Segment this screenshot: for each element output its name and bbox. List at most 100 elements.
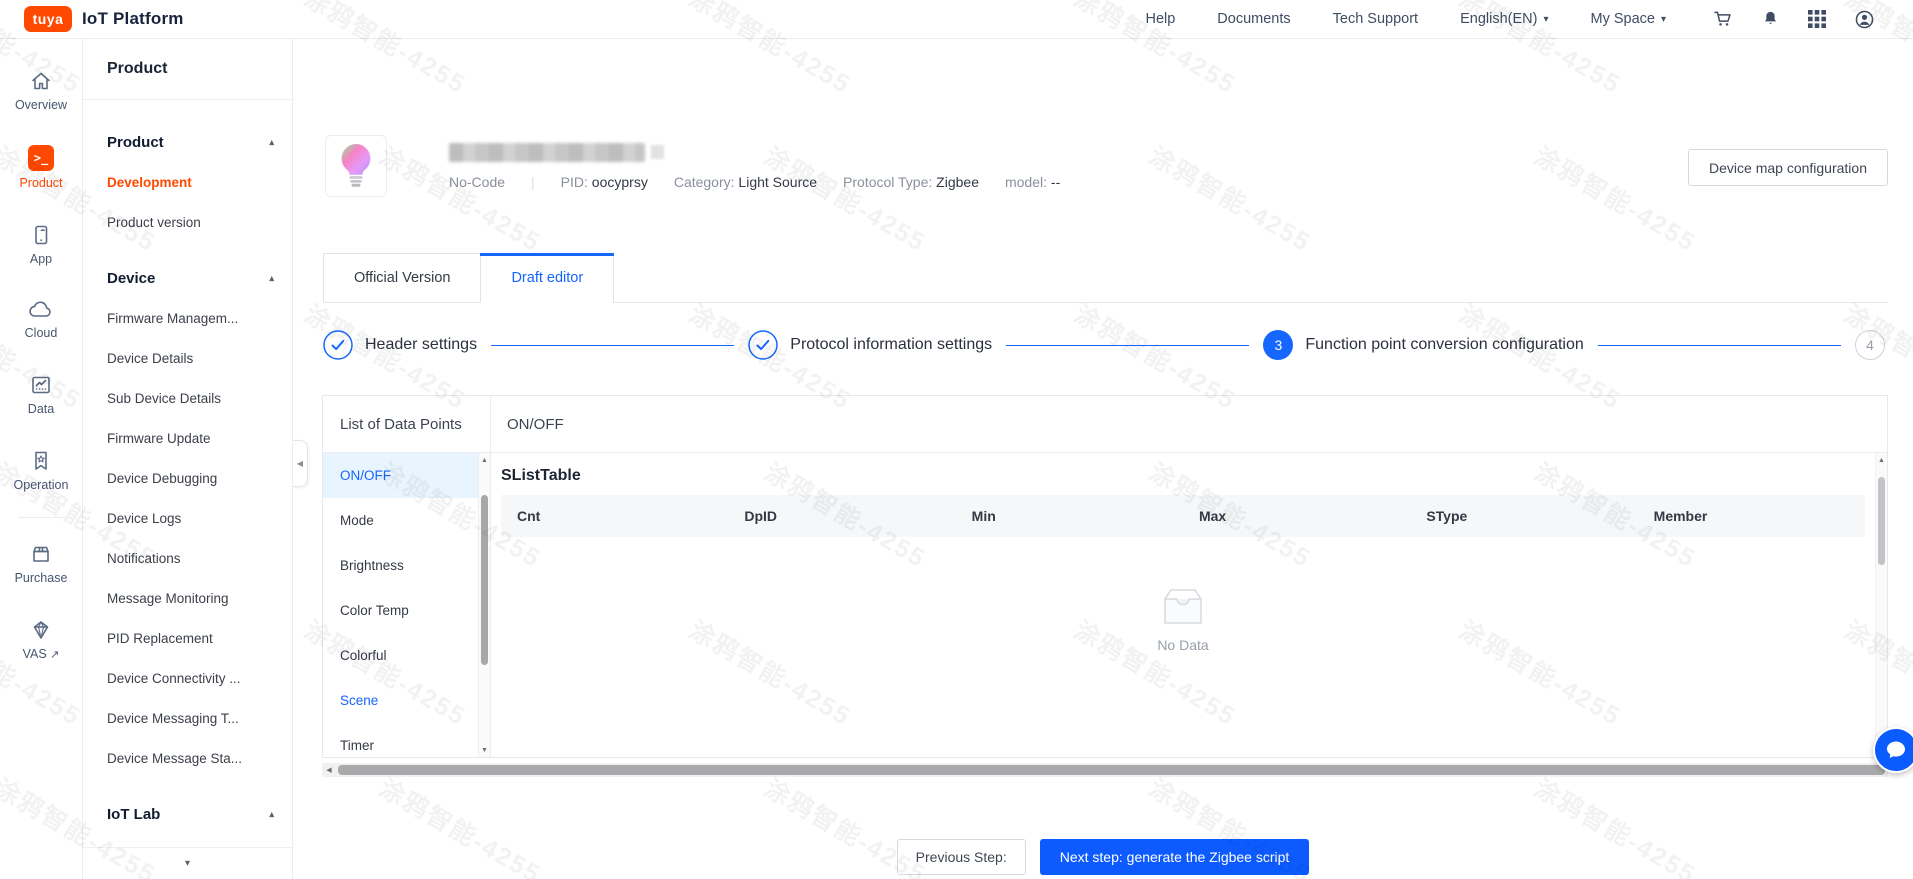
scrollbar-thumb[interactable]	[338, 765, 1885, 775]
sidebar-item-notifications[interactable]: Notifications	[107, 538, 274, 578]
sidebar-item-message-monitoring[interactable]: Message Monitoring	[107, 578, 274, 618]
selected-datapoint-title: ON/OFF	[507, 415, 564, 433]
datapoint-list-scrollbar[interactable]: ▲ ▼	[478, 453, 490, 757]
avatar[interactable]	[1854, 9, 1875, 30]
scrollbar-thumb[interactable]	[481, 495, 488, 665]
sidebar-item-firmware-management[interactable]: Firmware Managem...	[107, 298, 274, 338]
rail-item-data[interactable]: Data	[28, 373, 54, 416]
collapse-up-icon: ▴	[269, 808, 274, 819]
device-map-configuration-button[interactable]: Device map configuration	[1688, 149, 1888, 186]
datapoint-item-colorful[interactable]: Colorful	[323, 633, 478, 678]
sidebar-item-development[interactable]: Development	[107, 162, 274, 202]
slist-table-title: SListTable	[501, 467, 581, 484]
rail-item-label: Operation	[13, 478, 69, 492]
scrollbar-thumb[interactable]	[1878, 477, 1885, 565]
sidebar-item-device-message-sta[interactable]: Device Message Sta...	[107, 738, 274, 778]
rail-divider	[18, 517, 64, 518]
datapoint-item-color-temp[interactable]: Color Temp	[323, 588, 478, 633]
sidebar-item-device-debugging[interactable]: Device Debugging	[107, 458, 274, 498]
sidebar-scroll-down[interactable]: ▾	[83, 847, 292, 879]
rail-item-overview[interactable]: Overview	[15, 69, 67, 112]
rail-item-app[interactable]: App	[29, 223, 53, 266]
scroll-up-icon[interactable]: ▲	[1878, 453, 1885, 467]
sidebar-item-firmware-update[interactable]: Firmware Update	[107, 418, 274, 458]
datapoint-item-brightness[interactable]: Brightness	[323, 543, 478, 588]
sidebar-item-device-details[interactable]: Device Details	[107, 338, 274, 378]
previous-step-button[interactable]: Previous Step:	[896, 839, 1026, 875]
step-four[interactable]: 4	[1854, 330, 1885, 360]
support-chat-button[interactable]	[1873, 727, 1913, 773]
main-content: ◀ No-Code | PID: oocyprsy Category: Ligh…	[293, 39, 1913, 879]
table-vertical-scrollbar[interactable]: ▲ ▼	[1875, 453, 1887, 757]
datapoint-item-timer[interactable]: Timer	[323, 723, 478, 757]
device-info-row: No-Code | PID: oocyprsy Category: Light …	[449, 174, 1060, 190]
column-header-min: Min	[971, 508, 996, 524]
step-function-point-conversion[interactable]: 3 Function point conversion configuratio…	[1263, 330, 1584, 360]
sidebar-item-device-messaging[interactable]: Device Messaging T...	[107, 698, 274, 738]
nav-documents[interactable]: Documents	[1217, 11, 1290, 27]
sidebar-item-device-connectivity[interactable]: Device Connectivity ...	[107, 658, 274, 698]
rail-item-vas[interactable]: VAS ↗	[22, 618, 60, 661]
slist-table-area: SListTable Cnt DpID Min Max SType Member…	[491, 453, 1887, 757]
column-header-dpid: DpID	[744, 508, 777, 524]
datapoint-item-scene[interactable]: Scene	[323, 678, 478, 723]
nav-help[interactable]: Help	[1145, 11, 1175, 27]
sidebar-section-device[interactable]: Device ▴	[107, 258, 274, 298]
sidebar-item-sub-device-details[interactable]: Sub Device Details	[107, 378, 274, 418]
chevron-down-icon: ▾	[1543, 13, 1549, 25]
rail-item-operation[interactable]: Operation	[13, 449, 69, 492]
nav-tech-support[interactable]: Tech Support	[1333, 11, 1418, 27]
step-protocol-information[interactable]: Protocol information settings	[748, 330, 992, 360]
device-name-redacted-tail	[651, 145, 664, 159]
tab-official-version[interactable]: Official Version	[323, 253, 482, 302]
primary-sidebar-rail: Overview >_ Product App Cloud Data Opera…	[0, 39, 83, 879]
language-selector[interactable]: English(EN) ▾	[1460, 11, 1548, 27]
sidebar-item-pid-replacement[interactable]: PID Replacement	[107, 618, 274, 658]
rail-item-purchase[interactable]: Purchase	[15, 542, 67, 585]
scroll-up-icon[interactable]: ▲	[481, 453, 488, 467]
rail-item-label: Cloud	[24, 326, 58, 340]
top-nav: Help Documents Tech Support English(EN) …	[1145, 11, 1666, 27]
chevron-down-icon: ▾	[1660, 13, 1666, 25]
step-header-settings[interactable]: Header settings	[323, 330, 477, 360]
collapse-left-icon: ◀	[296, 459, 304, 468]
cart-icon[interactable]	[1712, 9, 1733, 29]
scroll-down-icon[interactable]: ▼	[481, 743, 488, 757]
apps-grid-icon[interactable]	[1808, 10, 1826, 28]
chevron-down-icon: ▾	[184, 858, 191, 869]
sidebar-item-product-version[interactable]: Product version	[107, 202, 274, 242]
datapoint-list-title: List of Data Points	[323, 396, 491, 452]
rail-item-label: VAS ↗	[22, 647, 60, 661]
next-step-button[interactable]: Next step: generate the Zigbee script	[1039, 839, 1310, 875]
datapoint-item-on-off[interactable]: ON/OFF	[323, 453, 478, 498]
sidebar-section-iot-lab[interactable]: IoT Lab ▴	[107, 794, 274, 834]
column-header-stype: SType	[1426, 508, 1468, 524]
device-model: model: --	[1004, 174, 1061, 190]
sidebar-item-device-logs[interactable]: Device Logs	[107, 498, 274, 538]
sidebar-collapse-handle[interactable]: ◀	[293, 440, 308, 487]
scroll-left-icon[interactable]: ◀	[322, 763, 336, 777]
tab-draft-editor[interactable]: Draft editor	[480, 253, 615, 303]
divider: |	[531, 174, 535, 190]
rail-item-product[interactable]: >_ Product	[19, 145, 63, 190]
step-number-badge: 3	[1263, 330, 1294, 360]
empty-box-icon	[1164, 589, 1202, 624]
version-tabs: Official Version Draft editor	[323, 253, 1888, 303]
horizontal-scrollbar[interactable]: ◀	[322, 763, 1888, 777]
tuya-logo[interactable]: tuya	[24, 6, 72, 32]
my-space-menu[interactable]: My Space ▾	[1590, 11, 1666, 27]
collapse-up-icon: ▴	[269, 136, 274, 147]
device-protocol: Protocol Type: Zigbee	[843, 174, 979, 190]
bookmark-star-icon	[29, 449, 53, 473]
device-name-redacted	[449, 143, 645, 162]
panel-body: ON/OFF Mode Brightness Color Temp Colorf…	[323, 453, 1887, 757]
datapoint-item-mode[interactable]: Mode	[323, 498, 478, 543]
external-link-icon: ↗	[50, 649, 60, 661]
notification-bell-icon[interactable]	[1761, 9, 1780, 29]
sidebar-menu: Product ▴ Development Product version De…	[83, 100, 292, 834]
empty-state: No Data	[501, 585, 1865, 653]
sidebar-section-product[interactable]: Product ▴	[107, 122, 274, 162]
rail-item-label: Product	[19, 176, 63, 190]
rail-item-cloud[interactable]: Cloud	[24, 299, 58, 340]
step-connector	[1597, 344, 1841, 346]
